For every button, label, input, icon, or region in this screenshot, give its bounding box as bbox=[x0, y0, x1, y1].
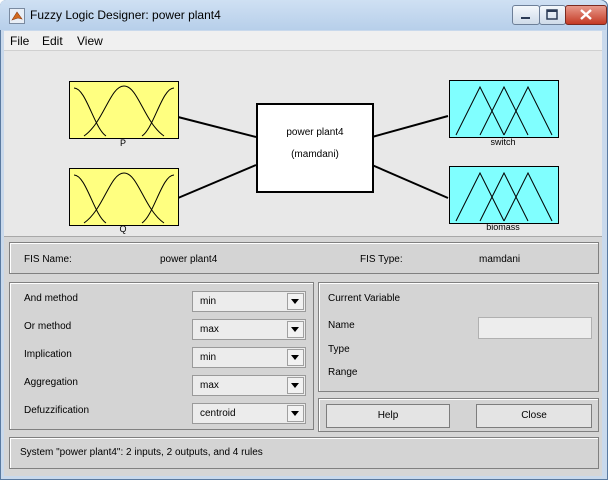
system-type: (mamdani) bbox=[291, 149, 339, 160]
input-label-p: P bbox=[119, 138, 126, 148]
type-label: Type bbox=[328, 344, 350, 355]
and-method-label: And method bbox=[24, 293, 78, 304]
current-variable-heading: Current Variable bbox=[328, 293, 401, 304]
chevron-down-icon[interactable] bbox=[287, 377, 304, 394]
or-method-value: max bbox=[200, 324, 219, 335]
system-name: power plant4 bbox=[286, 127, 344, 138]
fis-type-value: mamdani bbox=[479, 254, 521, 265]
input-variable-p[interactable] bbox=[69, 81, 179, 139]
chevron-down-icon[interactable] bbox=[287, 321, 304, 338]
variable-name-field[interactable] bbox=[478, 317, 592, 339]
and-method-value: min bbox=[200, 296, 217, 307]
close-button[interactable]: Close bbox=[476, 404, 592, 428]
implication-value: min bbox=[200, 352, 217, 363]
fis-name-label: FIS Name: bbox=[24, 254, 72, 265]
chevron-down-icon[interactable] bbox=[287, 405, 304, 422]
output-variable-biomass[interactable] bbox=[449, 166, 559, 224]
fis-system-box[interactable]: power plant4 (mamdani) bbox=[256, 103, 374, 193]
implication-label: Implication bbox=[24, 349, 72, 360]
aggregation-dropdown[interactable]: max bbox=[192, 375, 306, 396]
input-variable-q[interactable] bbox=[69, 168, 179, 226]
output-label-biomass: biomass bbox=[486, 222, 520, 232]
fis-name-value: power plant4 bbox=[160, 254, 218, 265]
aggregation-value: max bbox=[200, 380, 219, 391]
output-label-switch: switch bbox=[490, 137, 516, 147]
or-method-label: Or method bbox=[24, 321, 72, 332]
implication-dropdown[interactable]: min bbox=[192, 347, 306, 368]
fis-type-label: FIS Type: bbox=[360, 254, 403, 265]
or-method-dropdown[interactable]: max bbox=[192, 319, 306, 340]
status-text: System "power plant4": 2 inputs, 2 outpu… bbox=[20, 447, 263, 458]
and-method-dropdown[interactable]: min bbox=[192, 291, 306, 312]
output-variable-switch[interactable] bbox=[449, 80, 559, 138]
chevron-down-icon[interactable] bbox=[287, 349, 304, 366]
defuzzification-value: centroid bbox=[200, 408, 236, 419]
range-label: Range bbox=[328, 367, 358, 378]
input-label-q: Q bbox=[119, 224, 127, 234]
aggregation-label: Aggregation bbox=[24, 377, 78, 388]
name-label: Name bbox=[328, 320, 355, 331]
help-button[interactable]: Help bbox=[326, 404, 450, 428]
chevron-down-icon[interactable] bbox=[287, 293, 304, 310]
defuzzification-dropdown[interactable]: centroid bbox=[192, 403, 306, 424]
defuzzification-label: Defuzzification bbox=[24, 405, 90, 416]
